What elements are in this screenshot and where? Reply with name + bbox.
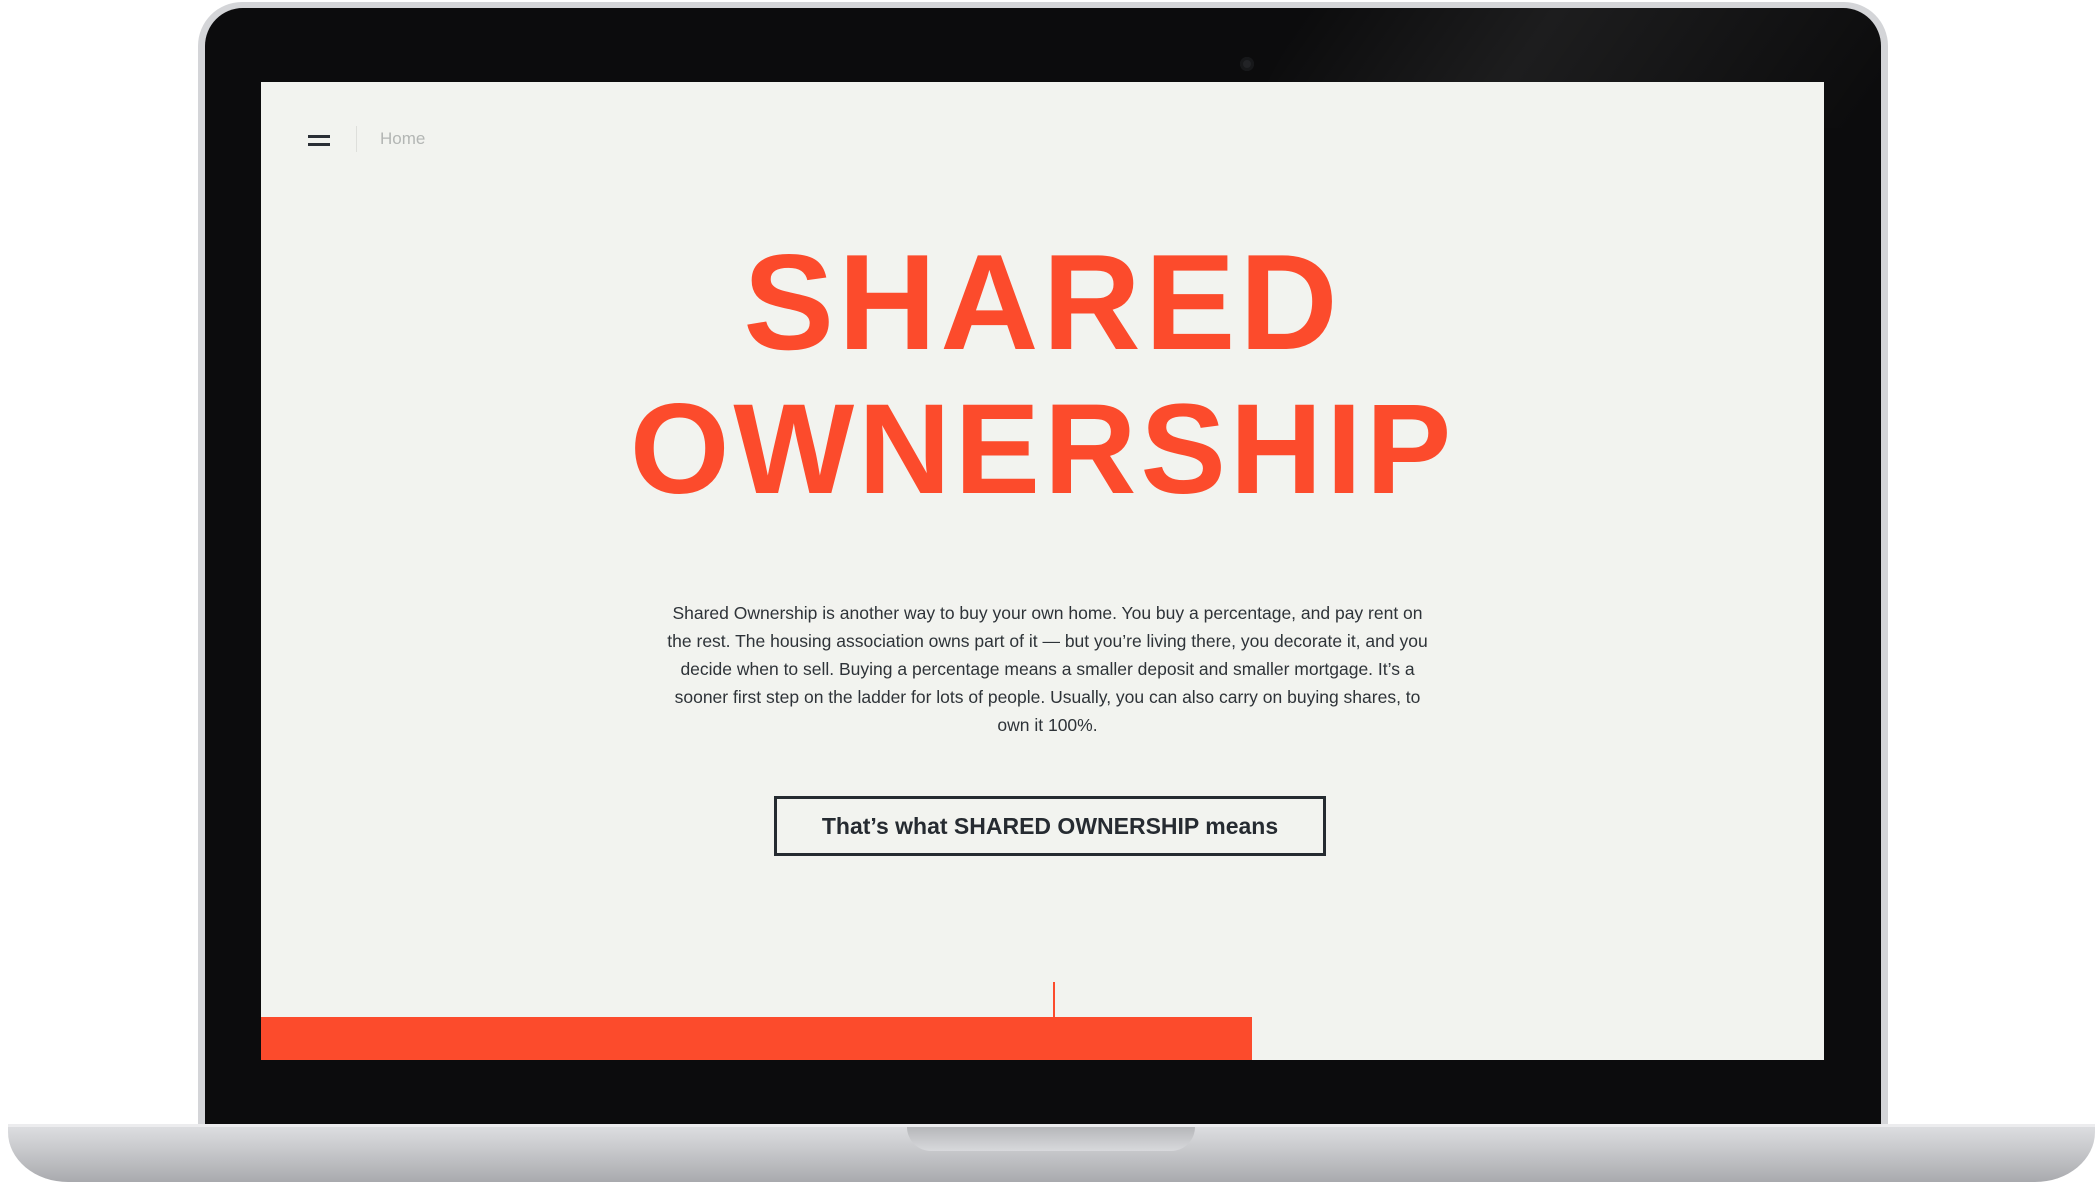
- webcam-icon: [1240, 57, 1254, 71]
- screen: Home SHARED OWNERSHIP Shared Ownership i…: [261, 82, 1824, 1060]
- progress-bar-fill: [261, 1017, 1252, 1060]
- scroll-indicator: [1053, 982, 1055, 1018]
- intro-paragraph: Shared Ownership is another way to buy y…: [667, 603, 1428, 735]
- title-line-2: OWNERSHIP: [629, 378, 1456, 521]
- hamburger-menu-icon[interactable]: [308, 130, 332, 152]
- laptop-mockup: Home SHARED OWNERSHIP Shared Ownership i…: [0, 0, 2095, 1193]
- nav-divider: [356, 126, 357, 152]
- breadcrumb-home[interactable]: Home: [380, 129, 425, 149]
- cta-button[interactable]: That’s what SHARED OWNERSHIP means: [774, 796, 1326, 856]
- laptop-notch: [907, 1127, 1195, 1151]
- title-line-1: SHARED: [743, 226, 1342, 378]
- page-title: SHARED OWNERSHIP: [261, 228, 1824, 524]
- progress-bar: [261, 1017, 1824, 1060]
